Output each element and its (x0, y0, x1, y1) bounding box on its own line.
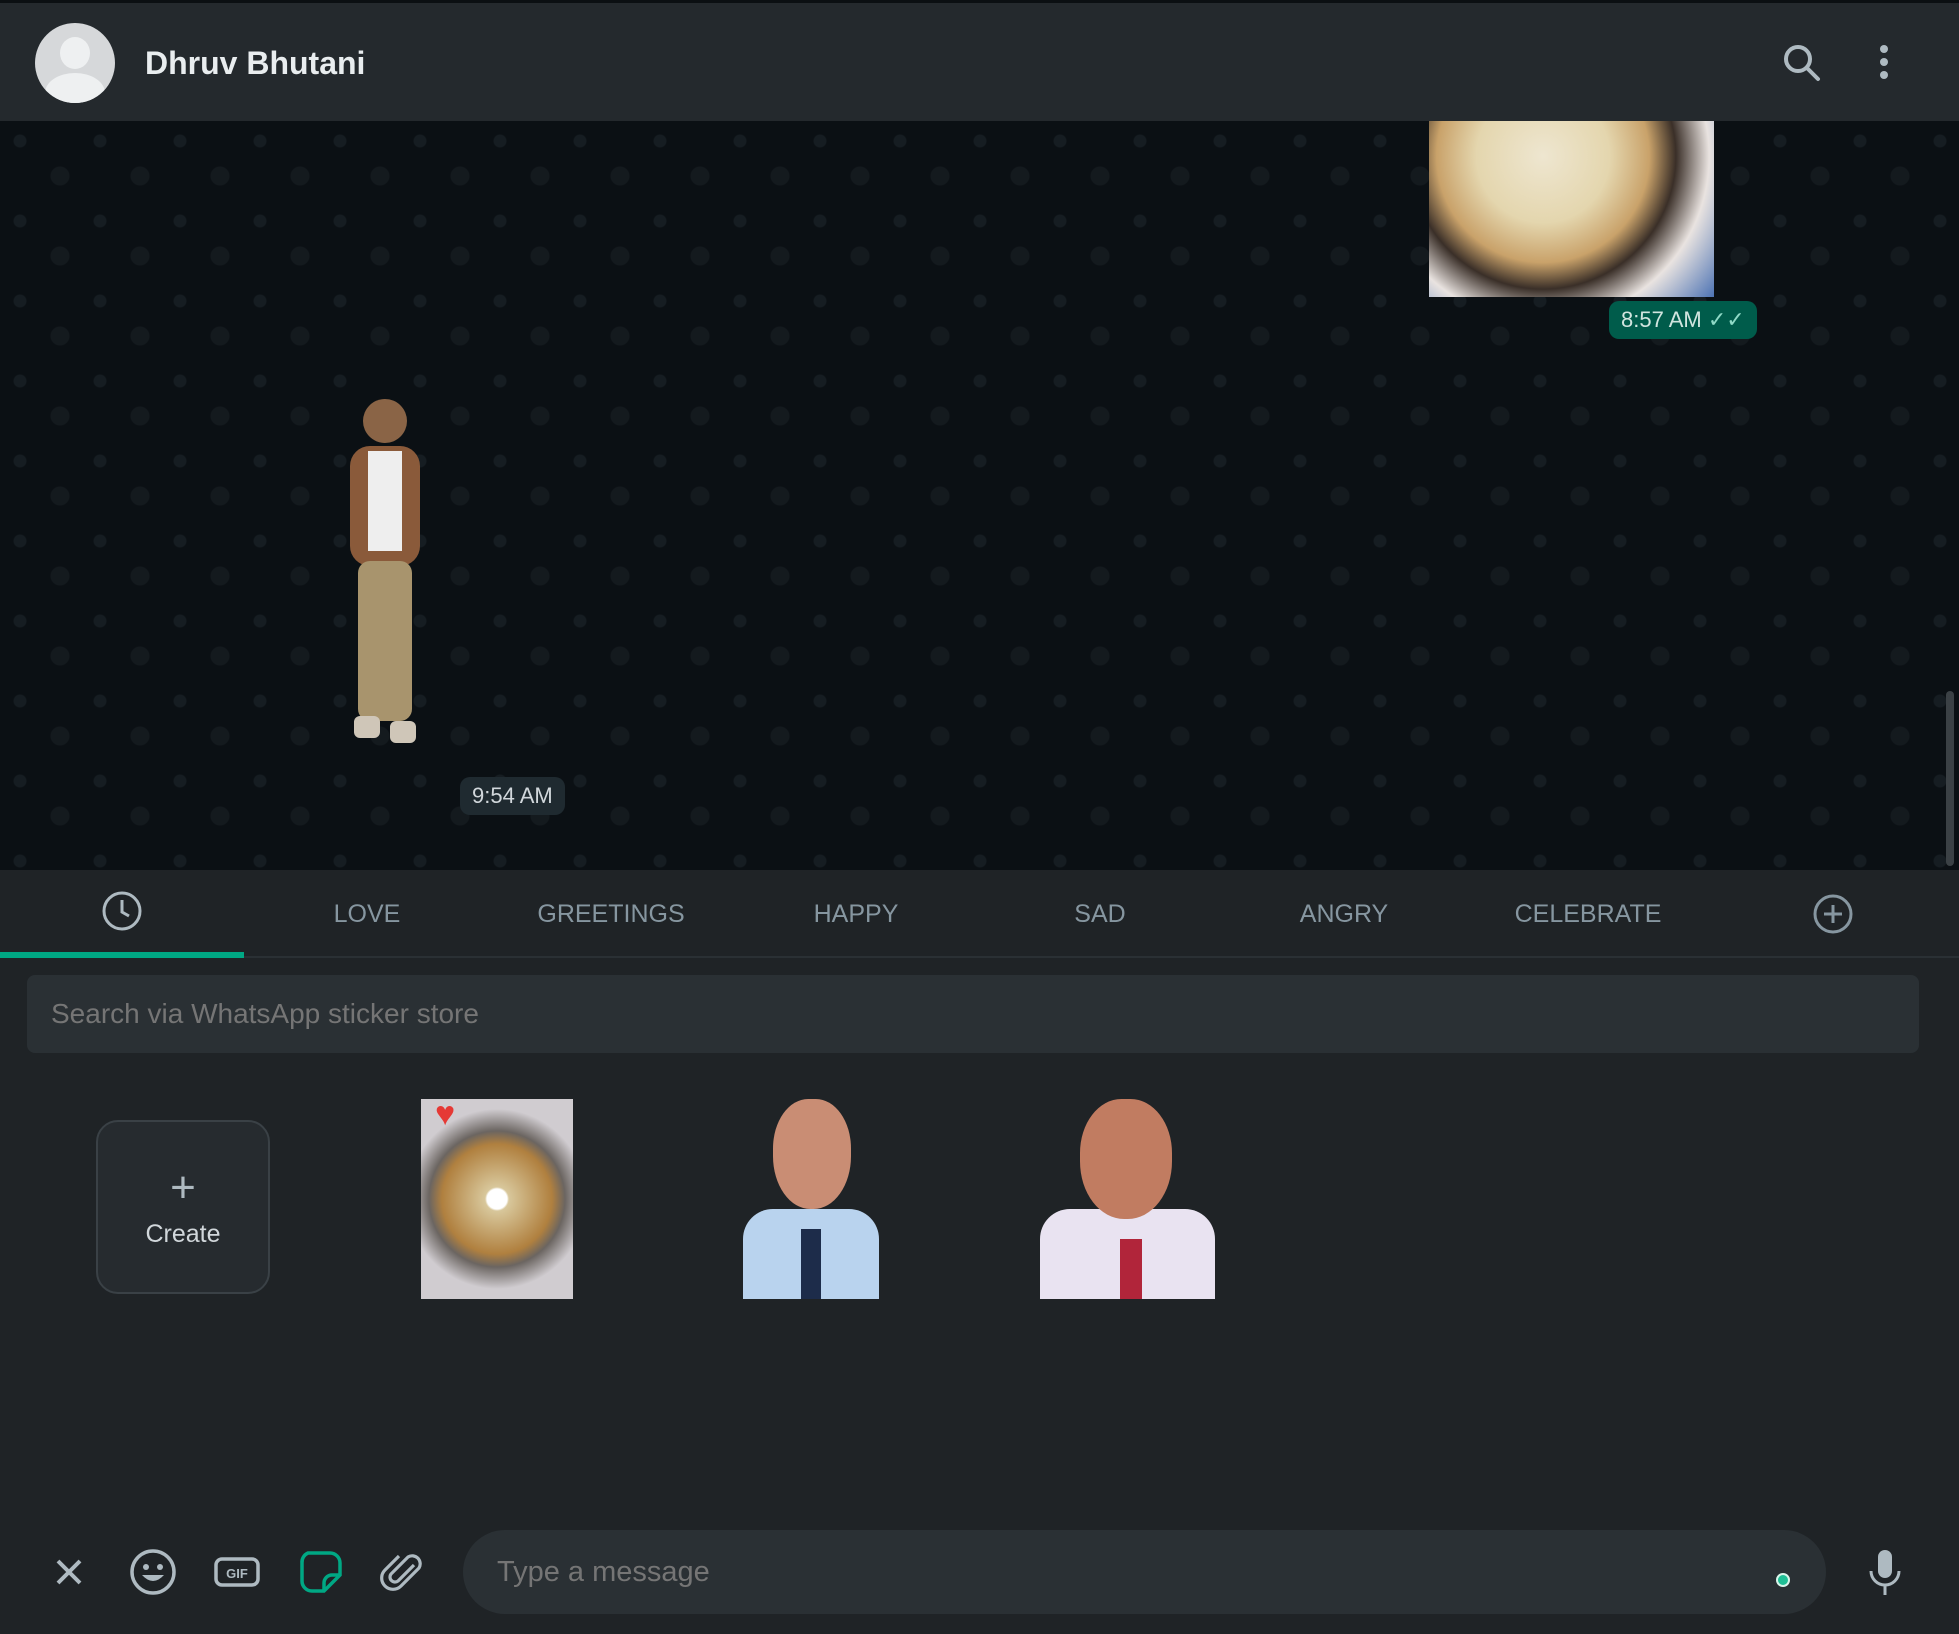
tab-angry[interactable]: ANGRY (1222, 870, 1466, 958)
sticker-search-input[interactable] (27, 975, 1919, 1053)
double-check-icon: ✓✓ (1707, 307, 1745, 332)
sticker-icon[interactable] (296, 1547, 346, 1597)
tab-happy[interactable]: HAPPY (734, 870, 978, 958)
create-sticker-button[interactable]: + Create (96, 1120, 270, 1294)
man-smiling-sticker[interactable] (1040, 1099, 1215, 1299)
person-sticker[interactable] (320, 391, 450, 771)
close-icon[interactable] (44, 1547, 94, 1597)
tab-recent[interactable] (0, 870, 244, 958)
attach-icon[interactable] (378, 1547, 428, 1597)
composer: GIF (0, 1510, 1959, 1634)
tab-add[interactable] (1711, 870, 1955, 958)
add-icon (1813, 894, 1853, 934)
avatar[interactable] (35, 23, 115, 103)
sticker-tabs: LOVE GREETINGS HAPPY SAD ANGRY CELEBRATE (0, 870, 1959, 958)
gif-icon[interactable]: GIF (212, 1547, 262, 1597)
clock-icon (102, 891, 142, 931)
heart-icon: ♥ (435, 1095, 456, 1133)
plus-icon: + (170, 1162, 196, 1212)
svg-text:GIF: GIF (226, 1566, 248, 1581)
pizza-sticker[interactable]: ♥ (421, 1095, 573, 1299)
message-time: 8:57 AM ✓✓ (1609, 301, 1757, 339)
image-message[interactable] (1429, 121, 1714, 297)
tab-greetings[interactable]: GREETINGS (489, 870, 733, 958)
search-icon[interactable] (1780, 41, 1824, 85)
message-input[interactable] (463, 1530, 1826, 1614)
man-tie-sticker[interactable] (743, 1099, 879, 1299)
contact-name[interactable]: Dhruv Bhutani (145, 45, 365, 82)
tab-love[interactable]: LOVE (245, 870, 489, 958)
mic-icon[interactable] (1860, 1547, 1910, 1597)
menu-icon[interactable] (1862, 41, 1906, 85)
chat-area: 8:57 AM ✓✓ 9:54 AM (0, 121, 1959, 870)
tab-sad[interactable]: SAD (978, 870, 1222, 958)
message-time: 9:54 AM (460, 777, 565, 815)
scrollbar[interactable] (1946, 691, 1954, 866)
emoji-icon[interactable] (128, 1547, 178, 1597)
status-dot (1776, 1573, 1790, 1587)
tab-celebrate[interactable]: CELEBRATE (1466, 870, 1710, 958)
chat-header: Dhruv Bhutani (0, 0, 1959, 121)
